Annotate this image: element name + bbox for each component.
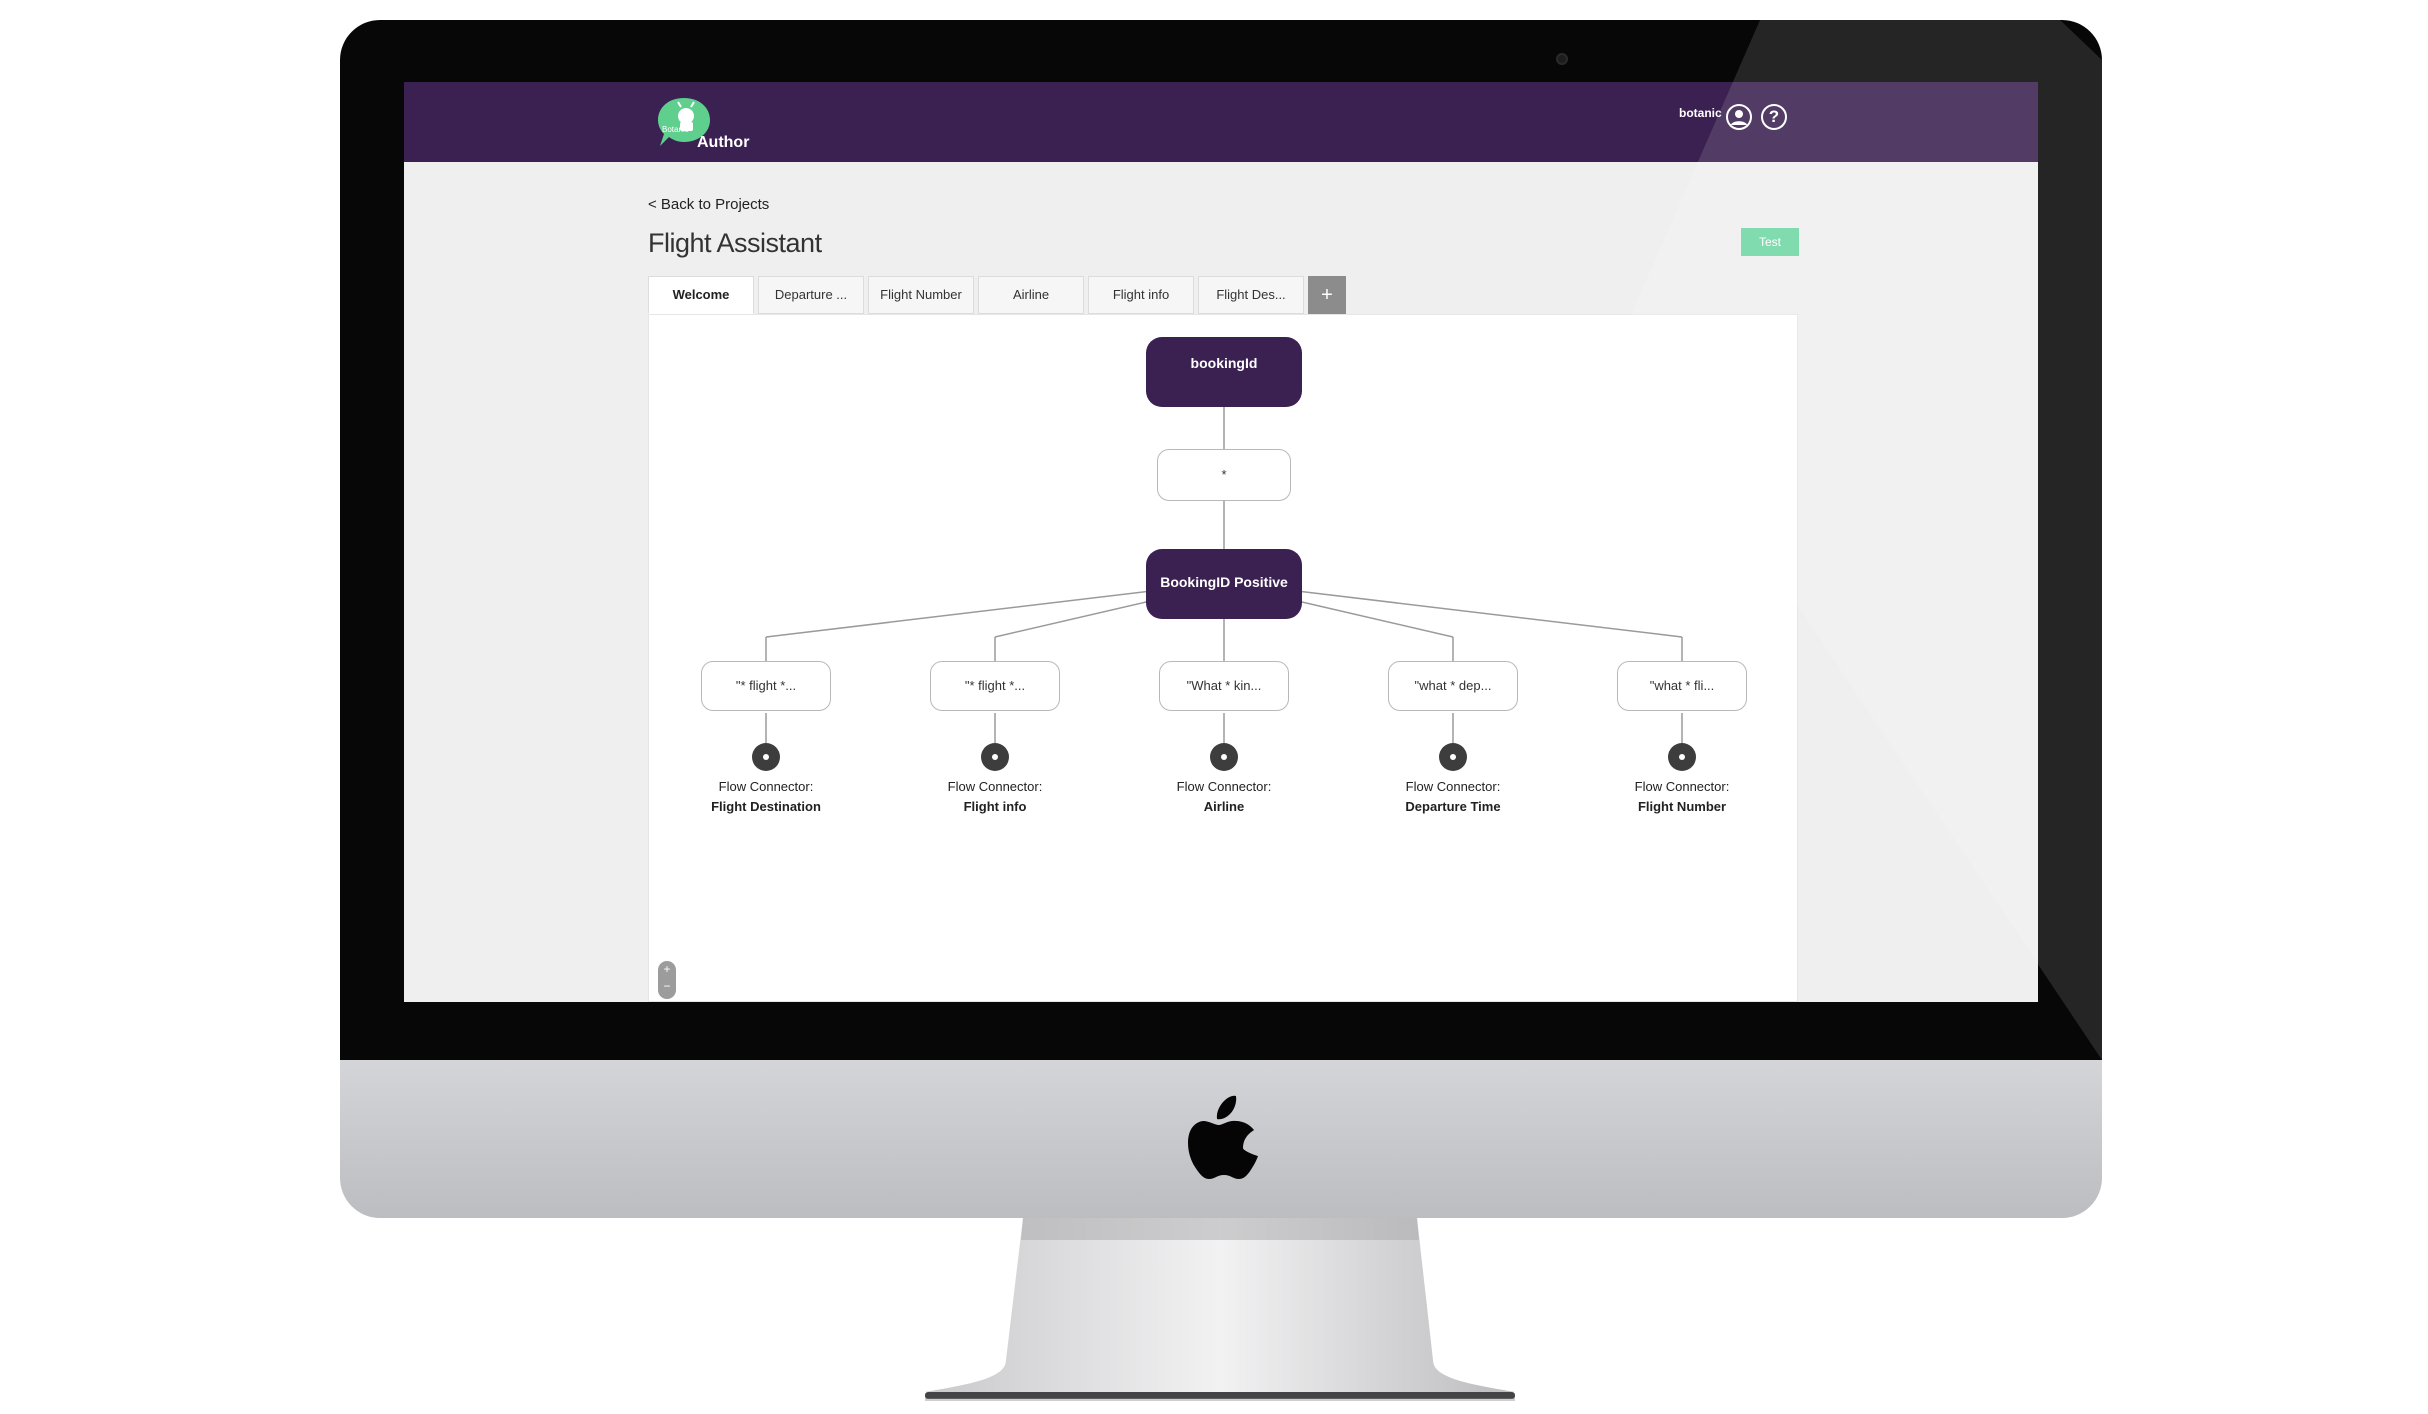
tab-departure[interactable]: Departure ... [758, 276, 864, 314]
zoom-in-button[interactable]: + [658, 961, 676, 978]
zoom-out-button[interactable]: − [658, 978, 676, 995]
zoom-control: + − [658, 961, 676, 999]
flow-node-bookingid[interactable]: bookingId [1146, 337, 1302, 407]
flow-node-bookingid-positive[interactable]: BookingID Positive [1146, 549, 1302, 619]
tab-flight-number[interactable]: Flight Number [868, 276, 974, 314]
tab-flight-info[interactable]: Flight info [1088, 276, 1194, 314]
tab-airline[interactable]: Airline [978, 276, 1084, 314]
flow-connector-icon[interactable] [1439, 743, 1467, 771]
tab-welcome[interactable]: Welcome [648, 276, 754, 314]
app-screen: Botanic Author botanic ? < Back to Proje… [404, 82, 2038, 1002]
flow-connector-label: Flow Connector: Airline [1176, 779, 1272, 814]
flow-connector-label: Flow Connector: Flight Number [1634, 779, 1730, 814]
flow-connector-icon[interactable] [752, 743, 780, 771]
option-node[interactable]: "* flight *... [701, 661, 831, 711]
flow-connector-icon[interactable] [981, 743, 1009, 771]
flow-connector-icon[interactable] [1668, 743, 1696, 771]
flow-connector-label: Flow Connector: Flight Destination [711, 779, 821, 814]
user-icon[interactable] [1726, 104, 1752, 130]
flow-connection-lines [765, 407, 1683, 743]
flow-connector-label: Flow Connector: Departure Time [1405, 779, 1501, 814]
flow-connector-label: Flow Connector: Flight info [947, 779, 1043, 814]
user-name[interactable]: botanic [1679, 106, 1722, 120]
option-node[interactable]: "what * dep... [1388, 661, 1518, 711]
option-node[interactable]: "what * fli... [1617, 661, 1747, 711]
app-header: Botanic Author botanic ? [404, 82, 2038, 162]
option-node[interactable]: "What * kin... [1159, 661, 1289, 711]
flow-tabs: Welcome Departure ... Flight Number Airl… [648, 276, 1346, 314]
flow-node-condition[interactable]: * [1157, 449, 1291, 501]
test-button[interactable]: Test [1741, 228, 1799, 256]
add-tab-button[interactable]: + [1308, 276, 1346, 314]
app-brand: Author [697, 134, 750, 151]
help-icon[interactable]: ? [1761, 104, 1787, 130]
camera-icon [1556, 53, 1568, 65]
flow-connector-icon[interactable] [1210, 743, 1238, 771]
option-node[interactable]: "* flight *... [930, 661, 1060, 711]
back-to-projects-link[interactable]: < Back to Projects [648, 196, 769, 213]
logo-text: Botanic [662, 125, 689, 134]
page-title: Flight Assistant [648, 228, 822, 258]
flow-canvas[interactable]: bookingId * BookingID Positive "* flight… [648, 314, 1798, 1002]
tab-flight-destination[interactable]: Flight Des... [1198, 276, 1304, 314]
apple-logo-icon [1188, 1095, 1258, 1179]
